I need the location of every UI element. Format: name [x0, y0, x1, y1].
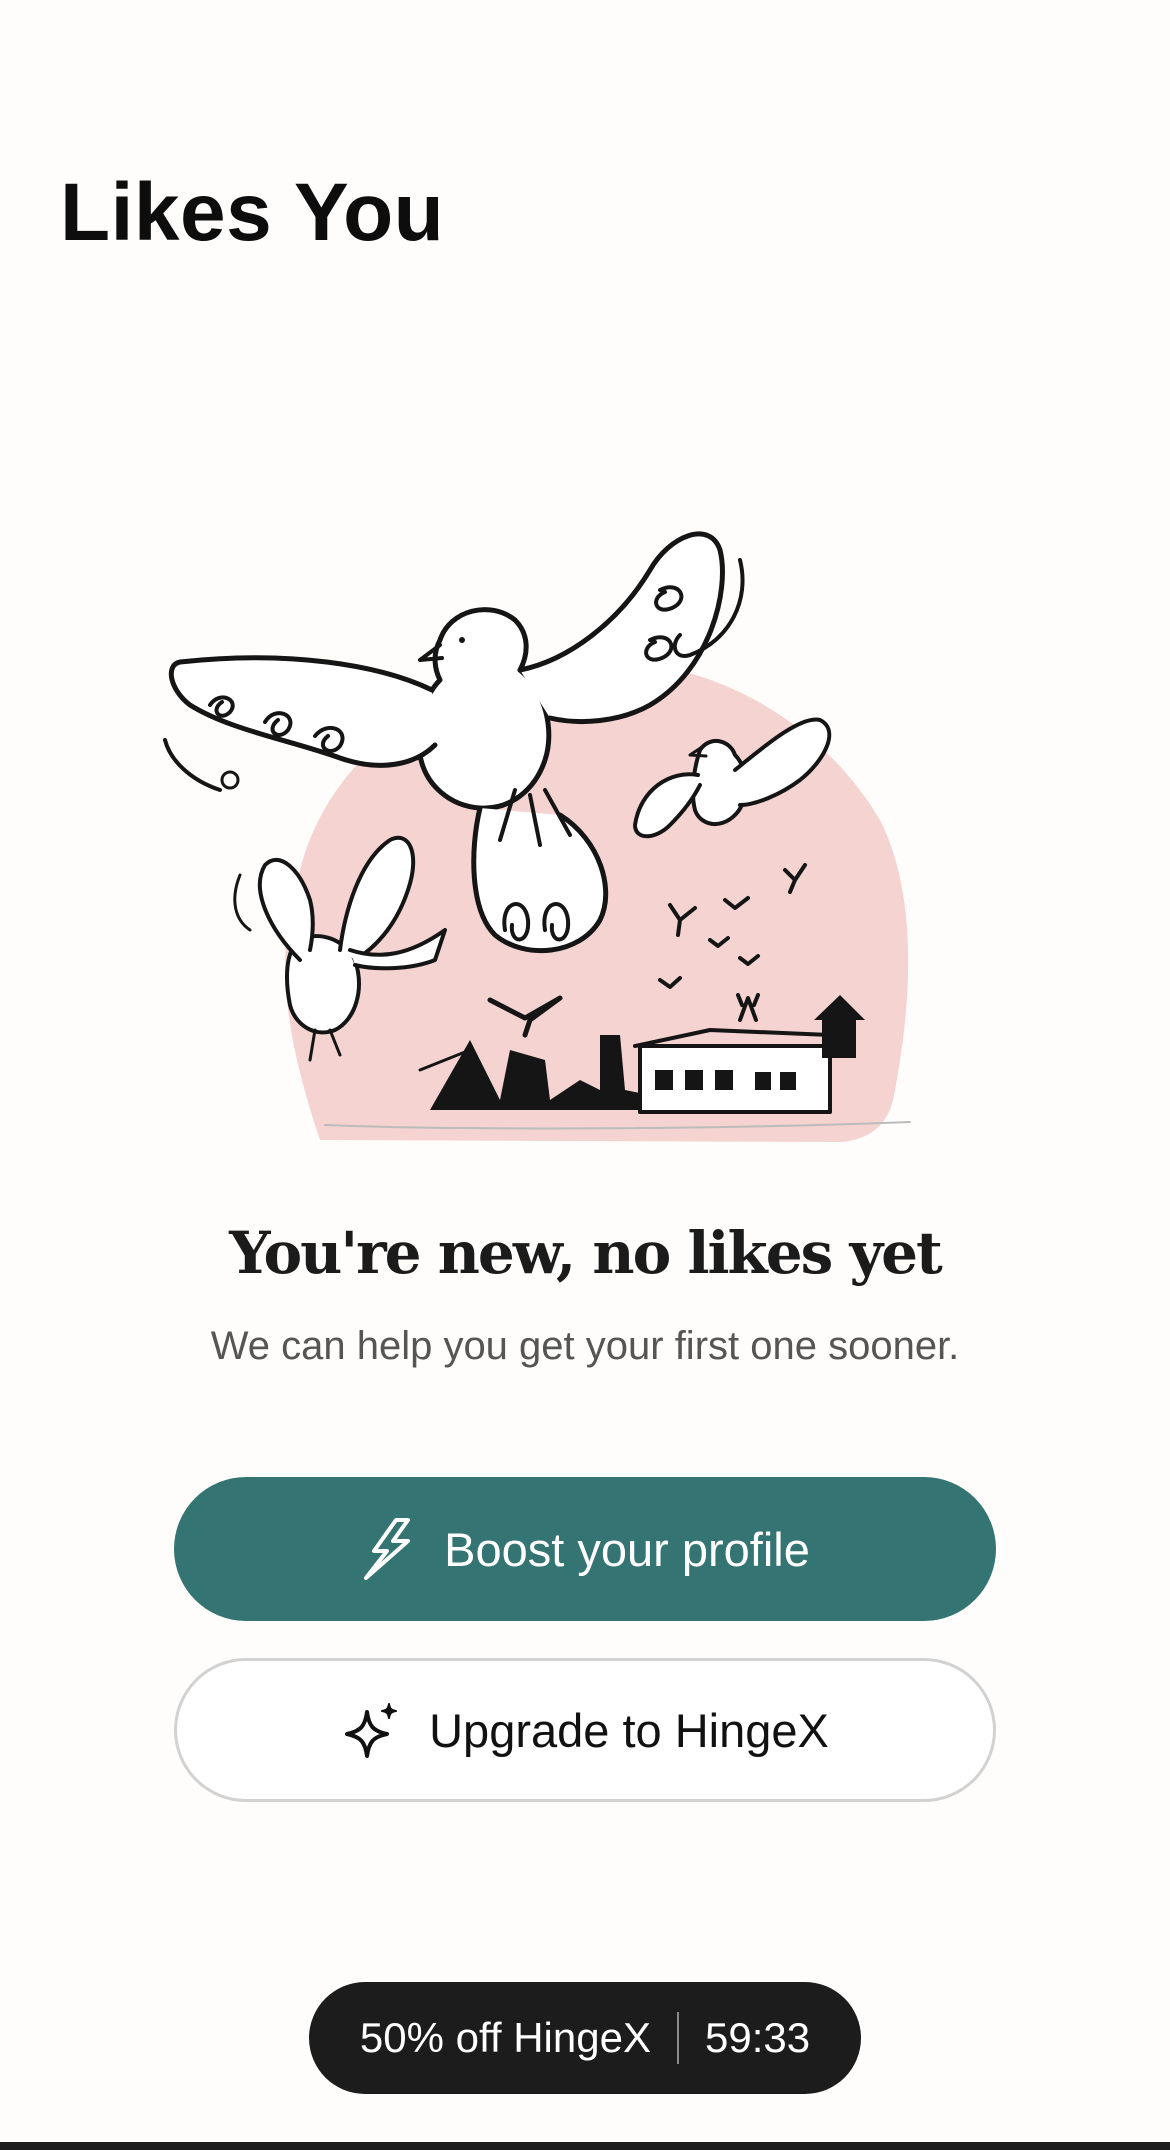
lightning-bolt-icon — [360, 1517, 416, 1581]
bottom-edge-bar — [0, 2142, 1170, 2150]
upgrade-hingex-label: Upgrade to HingeX — [429, 1703, 829, 1757]
sparkle-icon — [341, 1700, 401, 1760]
promo-countdown-timer: 59:33 — [704, 2014, 811, 2061]
empty-state-subtext: We can help you get your first one soone… — [210, 1324, 960, 1368]
promo-divider — [676, 2012, 679, 2064]
empty-state-heading: You're new, no likes yet — [229, 1219, 943, 1287]
promo-offer-text: 50% off HingeX — [359, 2014, 651, 2061]
doves-illustration — [150, 490, 930, 1150]
page-title: Likes You — [60, 167, 445, 258]
boost-profile-label: Boost your profile — [444, 1522, 810, 1576]
boost-profile-button[interactable]: Boost your profile — [174, 1477, 996, 1621]
hingex-discount-pill[interactable]: 50% off HingeX 59:33 — [309, 1982, 861, 2094]
upgrade-hingex-button[interactable]: Upgrade to HingeX — [174, 1658, 996, 1802]
